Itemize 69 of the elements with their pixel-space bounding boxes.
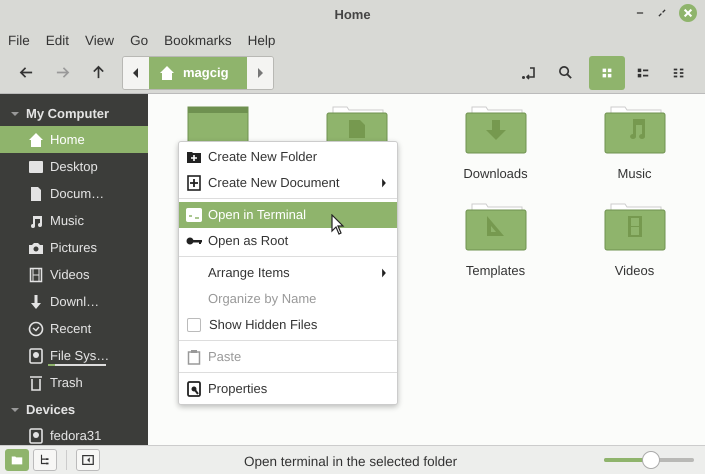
menu-item[interactable]: Properties bbox=[179, 376, 397, 402]
new-document-icon bbox=[186, 175, 202, 191]
grid-icon bbox=[600, 66, 614, 80]
videos-folder-icon[interactable] bbox=[602, 203, 666, 251]
clipboard-icon bbox=[186, 349, 202, 365]
document-icon bbox=[28, 186, 44, 202]
home-icon bbox=[159, 64, 175, 80]
back-arrow-icon bbox=[18, 65, 34, 80]
clock-icon bbox=[28, 320, 44, 336]
new-folder-icon bbox=[186, 149, 202, 165]
window-title: Home bbox=[333, 6, 372, 24]
status-text: Open terminal in the selected folder bbox=[244, 453, 458, 471]
caret-left-icon bbox=[132, 68, 140, 78]
menu-item[interactable]: Go bbox=[130, 28, 156, 52]
checkbox-menu-item[interactable]: Show Hidden Files bbox=[179, 312, 397, 338]
tree-view-button[interactable] bbox=[33, 449, 57, 471]
sidebar-item[interactable]: Videos bbox=[0, 261, 148, 288]
menu-item[interactable]: Help bbox=[248, 28, 284, 52]
menu-item[interactable]: Open as Root bbox=[179, 228, 397, 254]
film-icon bbox=[28, 266, 44, 282]
path-back-button[interactable] bbox=[123, 56, 149, 88]
search-icon bbox=[558, 65, 572, 80]
menu-item[interactable]: Create New Folder bbox=[179, 144, 397, 170]
mouse-pointer-icon bbox=[331, 214, 345, 236]
list-icon bbox=[636, 66, 650, 80]
sidebar-item[interactable]: File Sys… bbox=[0, 342, 148, 369]
maximize-icon[interactable] bbox=[657, 8, 667, 18]
path-forward-button[interactable] bbox=[246, 56, 273, 88]
up-arrow-icon bbox=[90, 65, 106, 80]
music-folder-icon[interactable] bbox=[602, 106, 666, 154]
caret-right-icon bbox=[256, 68, 264, 78]
menu-item[interactable]: Bookmarks bbox=[164, 28, 240, 52]
folder-label[interactable]: Videos bbox=[614, 261, 654, 280]
templates-folder-icon[interactable] bbox=[464, 203, 528, 251]
downloads-folder-icon[interactable] bbox=[464, 106, 528, 154]
expander-icon[interactable] bbox=[10, 110, 20, 118]
sidebar-item[interactable]: fedora31 bbox=[0, 422, 148, 445]
sidebar-item[interactable]: Recent bbox=[0, 315, 148, 342]
folder-label[interactable]: Downloads bbox=[463, 164, 528, 184]
sidebar-item[interactable]: Pictures bbox=[0, 234, 148, 261]
close-icon[interactable] bbox=[679, 4, 697, 22]
checkbox[interactable] bbox=[187, 318, 201, 332]
sidebar-icon bbox=[81, 453, 95, 467]
home-icon bbox=[28, 132, 44, 148]
section-heading: My Computer bbox=[26, 105, 110, 124]
menu-item[interactable]: File bbox=[8, 28, 38, 52]
menu-item[interactable]: Edit bbox=[46, 28, 78, 52]
menu-item[interactable]: Create New Document bbox=[179, 170, 397, 196]
sidebar-item[interactable]: Downl… bbox=[0, 288, 148, 315]
section-heading: Devices bbox=[26, 401, 76, 420]
monitor-icon bbox=[28, 158, 44, 174]
sidebar-item[interactable]: Music bbox=[0, 207, 148, 234]
columns-icon bbox=[672, 66, 686, 80]
menu-item[interactable]: View bbox=[85, 28, 122, 52]
forward-arrow-icon bbox=[54, 65, 70, 80]
terminal-icon bbox=[186, 207, 202, 223]
folder-label[interactable]: Templates bbox=[466, 261, 526, 280]
menu-item[interactable]: Arrange Items bbox=[179, 260, 397, 286]
trash-icon bbox=[28, 374, 44, 390]
sidebar-item[interactable]: Docum… bbox=[0, 180, 148, 207]
sidebar-item[interactable]: Trash bbox=[0, 369, 148, 396]
sidebar-toggle-button[interactable] bbox=[76, 449, 100, 471]
drive-icon bbox=[28, 348, 44, 364]
folder-label[interactable]: Music bbox=[618, 164, 652, 184]
sidebar-item[interactable]: Desktop bbox=[0, 153, 148, 180]
properties-icon bbox=[186, 381, 202, 397]
expander-icon[interactable] bbox=[10, 406, 20, 414]
download-icon bbox=[28, 294, 44, 310]
return-arrow-icon bbox=[521, 64, 537, 80]
